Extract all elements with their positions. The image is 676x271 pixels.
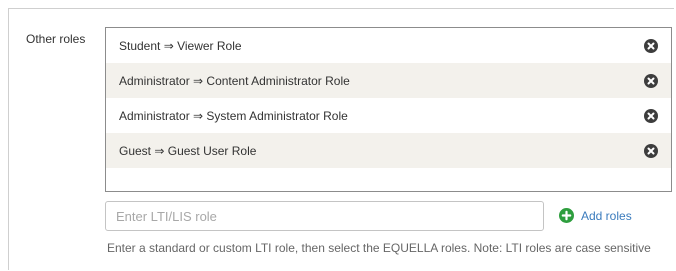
role-mapping-text: Guest ⇒ Guest User Role (119, 143, 257, 158)
remove-circle-icon[interactable] (644, 108, 658, 123)
add-roles-button[interactable]: Add roles (559, 208, 632, 223)
role-row: Administrator ⇒ Content Administrator Ro… (106, 63, 671, 98)
other-roles-label: Other roles (26, 32, 86, 46)
role-mapping-text: Administrator ⇒ System Administrator Rol… (119, 108, 348, 123)
lti-role-input[interactable] (105, 201, 544, 231)
role-row: Guest ⇒ Guest User Role (106, 133, 671, 168)
roles-list: Student ⇒ Viewer Role Administrator ⇒ Co… (105, 27, 672, 192)
role-mapping-text: Student ⇒ Viewer Role (119, 38, 242, 53)
role-mapping-text: Administrator ⇒ Content Administrator Ro… (119, 73, 350, 88)
remove-circle-icon[interactable] (644, 38, 658, 53)
role-row: Administrator ⇒ System Administrator Rol… (106, 98, 671, 133)
help-text: Enter a standard or custom LTI role, the… (107, 241, 651, 255)
remove-circle-icon[interactable] (644, 143, 658, 158)
add-roles-label: Add roles (581, 208, 632, 223)
remove-circle-icon[interactable] (644, 73, 658, 88)
add-circle-icon (559, 208, 574, 223)
role-row: Student ⇒ Viewer Role (106, 28, 671, 63)
